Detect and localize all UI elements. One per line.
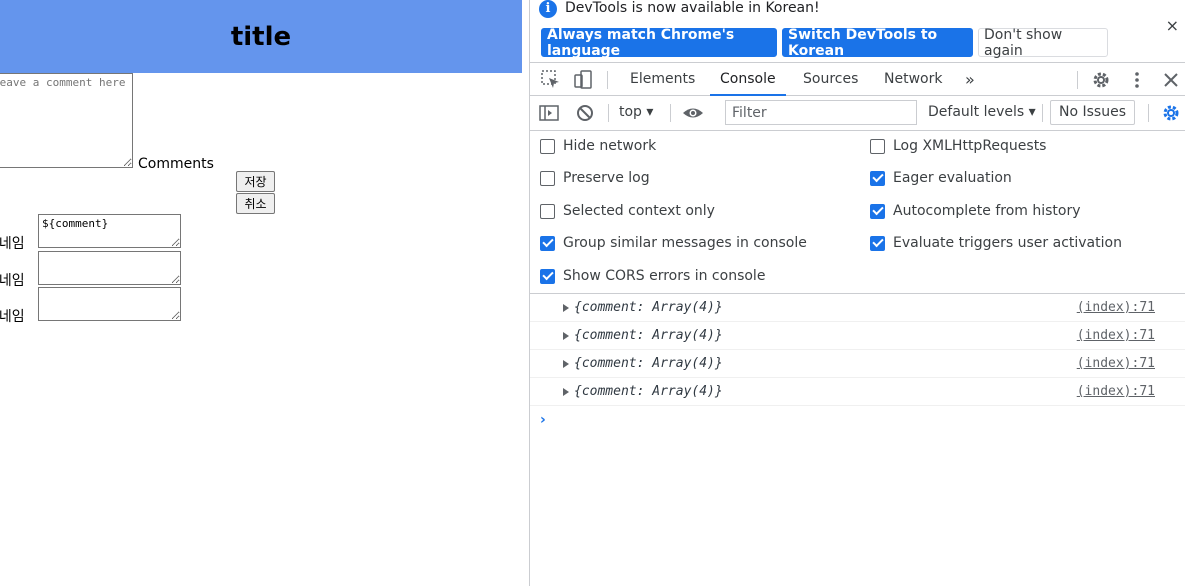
setting-label: Log XMLHttpRequests — [893, 138, 1047, 154]
checkbox-checked-icon[interactable] — [870, 170, 885, 186]
page-header: title — [0, 0, 522, 73]
log-entry[interactable]: {comment: Array(4)} (index):71 — [530, 294, 1185, 322]
setting-log-xhr[interactable]: Log XMLHttpRequests — [870, 138, 1046, 154]
filter-input[interactable] — [725, 100, 917, 125]
log-message: {comment: Array(4)} — [574, 356, 723, 371]
switch-korean-button[interactable]: Switch DevTools to Korean — [782, 27, 973, 59]
toolbar-divider — [607, 71, 608, 89]
tab-elements[interactable]: Elements — [630, 63, 695, 96]
comment-row-field[interactable]: ${comment} — [38, 214, 181, 248]
gear-icon[interactable] — [1090, 69, 1112, 91]
setting-label: Preserve log — [563, 170, 650, 186]
page-title: title — [230, 21, 292, 52]
log-message: {comment: Array(4)} — [574, 300, 723, 315]
close-icon[interactable]: × — [1166, 16, 1179, 35]
checkbox-checked-icon[interactable] — [540, 268, 555, 284]
context-select[interactable]: top ▾ — [619, 104, 653, 120]
devtools-tabbar: Elements Console Sources Network » — [530, 62, 1185, 96]
console-settings-pane: Hide network Preserve log Selected conte… — [530, 131, 1185, 294]
log-message: {comment: Array(4)} — [574, 384, 723, 399]
log-entry[interactable]: {comment: Array(4)} (index):71 — [530, 378, 1185, 406]
save-button[interactable]: 저장 — [236, 171, 275, 192]
log-source-link[interactable]: (index):71 — [1077, 328, 1155, 343]
tab-network[interactable]: Network — [884, 63, 942, 96]
devtools-panel: i DevTools is now available in Korean! ×… — [530, 0, 1185, 586]
comment-input[interactable] — [0, 73, 133, 168]
checkbox-icon[interactable] — [540, 203, 555, 219]
log-source-link[interactable]: (index):71 — [1077, 384, 1155, 399]
context-value: top — [619, 104, 642, 120]
setting-user-activation[interactable]: Evaluate triggers user activation — [870, 235, 1122, 251]
infobar-message: DevTools is now available in Korean! — [565, 0, 820, 16]
toolbar-divider — [670, 104, 671, 122]
cancel-button[interactable]: 취소 — [236, 193, 275, 214]
setting-label: Hide network — [563, 138, 657, 154]
setting-label: Group similar messages in console — [563, 235, 807, 251]
log-source-link[interactable]: (index):71 — [1077, 300, 1155, 315]
inspect-element-icon[interactable] — [540, 69, 562, 91]
sidebar-toggle-icon[interactable] — [538, 102, 560, 124]
log-source-link[interactable]: (index):71 — [1077, 356, 1155, 371]
setting-hide-network[interactable]: Hide network — [540, 138, 656, 154]
console-prompt-icon[interactable]: › — [540, 412, 546, 428]
comment-row-field[interactable] — [38, 251, 181, 285]
console-output: {comment: Array(4)} (index):71 {comment:… — [530, 294, 1185, 586]
kebab-menu-icon[interactable] — [1126, 69, 1148, 91]
dont-show-again-button[interactable]: Don't show again — [978, 27, 1108, 59]
nickname-label: 닉네임 — [0, 236, 25, 252]
log-levels-dropdown[interactable]: Default levels ▾ — [928, 104, 1036, 120]
expand-arrow-icon[interactable] — [563, 360, 569, 368]
tab-sources[interactable]: Sources — [803, 63, 858, 96]
clear-console-icon[interactable] — [574, 102, 596, 124]
issues-button[interactable]: No Issues — [1050, 100, 1135, 125]
checkbox-checked-icon[interactable] — [540, 235, 555, 251]
toolbar-divider — [1077, 71, 1078, 89]
checkbox-checked-icon[interactable] — [870, 203, 885, 219]
match-language-button[interactable]: Always match Chrome's language — [541, 27, 777, 59]
expand-arrow-icon[interactable] — [563, 332, 569, 340]
web-page: title Comments 저장 취소 닉네임 ${comment} 닉네임 … — [0, 0, 529, 586]
nickname-label: 닉네임 — [0, 309, 25, 325]
log-entry[interactable]: {comment: Array(4)} (index):71 — [530, 322, 1185, 350]
toolbar-divider — [1148, 104, 1149, 122]
expand-arrow-icon[interactable] — [563, 304, 569, 312]
checkbox-icon[interactable] — [540, 138, 555, 154]
setting-cors-errors[interactable]: Show CORS errors in console — [540, 268, 765, 284]
setting-preserve-log[interactable]: Preserve log — [540, 170, 650, 186]
toolbar-divider — [608, 104, 609, 122]
setting-autocomplete[interactable]: Autocomplete from history — [870, 203, 1081, 219]
tab-console[interactable]: Console — [710, 63, 786, 96]
device-toolbar-icon[interactable] — [572, 69, 594, 91]
console-toolbar: top ▾ Default levels ▾ No Issues — [530, 96, 1185, 131]
log-entry[interactable]: {comment: Array(4)} (index):71 — [530, 350, 1185, 378]
expand-arrow-icon[interactable] — [563, 388, 569, 396]
more-tabs-icon[interactable]: » — [965, 63, 975, 96]
checkbox-icon[interactable] — [540, 170, 555, 186]
language-infobar: i DevTools is now available in Korean! ×… — [530, 0, 1185, 62]
console-settings-gear-icon[interactable] — [1160, 102, 1182, 124]
setting-group-similar[interactable]: Group similar messages in console — [540, 235, 807, 251]
setting-label: Autocomplete from history — [893, 203, 1081, 219]
setting-selected-context[interactable]: Selected context only — [540, 203, 715, 219]
toolbar-divider — [1042, 104, 1043, 122]
info-icon: i — [539, 0, 557, 18]
setting-eager-eval[interactable]: Eager evaluation — [870, 170, 1012, 186]
eye-icon[interactable] — [682, 102, 704, 124]
log-message: {comment: Array(4)} — [574, 328, 723, 343]
nickname-label: 닉네임 — [0, 273, 25, 289]
setting-label: Eager evaluation — [893, 170, 1012, 186]
comments-label: Comments — [138, 156, 214, 172]
close-devtools-icon[interactable] — [1160, 69, 1182, 91]
log-levels-label: Default levels — [928, 104, 1025, 120]
setting-label: Show CORS errors in console — [563, 268, 766, 284]
setting-label: Evaluate triggers user activation — [893, 235, 1122, 251]
comment-row-field[interactable] — [38, 287, 181, 321]
checkbox-icon[interactable] — [870, 138, 885, 154]
checkbox-checked-icon[interactable] — [870, 235, 885, 251]
setting-label: Selected context only — [563, 203, 715, 219]
